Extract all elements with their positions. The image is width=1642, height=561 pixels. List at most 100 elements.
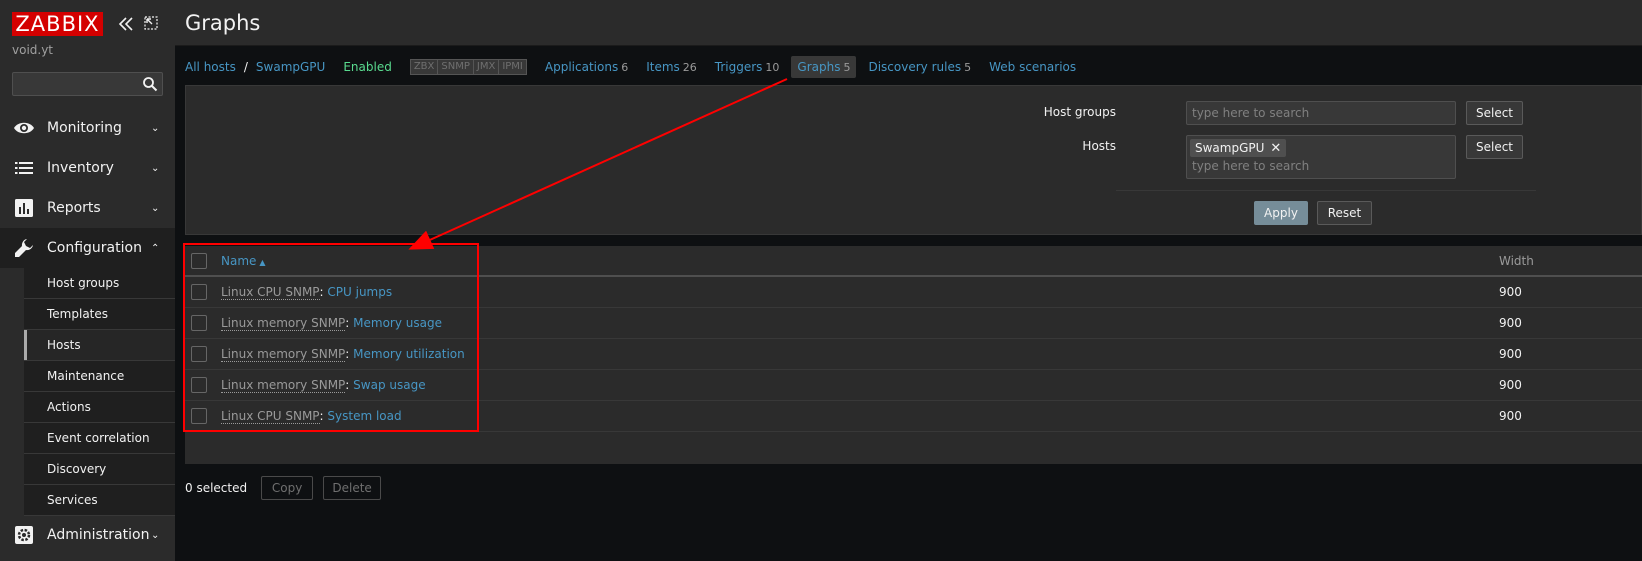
chevron-down-icon: ⌄ [151,162,160,174]
graph-width-cell: 900 [1499,316,1522,330]
collapse-sidebar-icon[interactable] [117,15,135,33]
eye-icon [14,122,34,134]
tab-applications[interactable]: Applications 6 [545,60,628,74]
host-chip: SwampGPU ✕ [1190,139,1287,157]
row-checkbox[interactable] [191,315,207,331]
reset-button[interactable]: Reset [1317,201,1372,225]
select-all-checkbox[interactable] [191,252,207,269]
graph-link[interactable]: Swap usage [353,378,425,392]
row-checkbox[interactable] [191,346,207,362]
filter-divider [1116,190,1536,191]
close-icon[interactable]: ✕ [1270,141,1281,156]
menu-configuration[interactable]: Configuration ⌃ [0,228,175,268]
name-separator: : [345,378,354,392]
kiosk-mode-icon[interactable] [142,15,160,33]
menu-reports[interactable]: Reports ⌄ [0,188,175,228]
graph-name-cell: Linux memory SNMP: Swap usage [221,378,1499,393]
menu-label: Inventory [47,160,114,176]
page-header: Graphs [175,0,1642,46]
host-status-enabled[interactable]: Enabled [343,60,392,74]
sidebar: ZABBIX void.yt Monitoring ⌄ Inventory ⌄ … [0,0,175,561]
menu-label: Configuration [47,240,142,256]
submenu-host-groups[interactable]: Host groups [24,268,175,299]
chevron-down-icon: ⌄ [151,202,160,214]
host-groups-multiselect [1186,101,1456,125]
menu-inventory[interactable]: Inventory ⌄ [0,148,175,188]
chevron-down-icon: ⌄ [151,122,160,134]
submenu-discovery[interactable]: Discovery [24,454,175,485]
availability-jmx: JMX [474,60,500,74]
table-header: Name ▲ Width [185,246,1642,277]
availability-indicators: ZBX SNMP JMX IPMI [409,59,527,75]
bar-chart-icon [15,199,33,217]
page-title: Graphs [185,11,261,35]
list-icon [15,162,33,174]
row-checkbox[interactable] [191,377,207,393]
sidebar-search-input[interactable] [13,73,133,95]
graph-width-cell: 900 [1499,378,1522,392]
filter-panel: Host groups Select Hosts SwampGPU ✕ Sele… [185,85,1642,235]
sort-asc-icon: ▲ [259,257,266,267]
submenu-templates[interactable]: Templates [24,299,175,330]
menu-label: Reports [47,200,101,216]
graph-name-cell: Linux CPU SNMP: CPU jumps [221,285,1499,300]
submenu-event-correlation[interactable]: Event correlation [24,423,175,454]
menu-monitoring[interactable]: Monitoring ⌄ [0,108,175,148]
copy-button[interactable]: Copy [261,476,314,500]
template-link[interactable]: Linux CPU SNMP [221,409,320,424]
submenu-maintenance[interactable]: Maintenance [24,361,175,392]
submenu-actions[interactable]: Actions [24,392,175,423]
host-groups-select-button[interactable]: Select [1466,101,1523,125]
template-link[interactable]: Linux CPU SNMP [221,285,320,300]
selected-count: 0 selected [185,481,248,495]
wrench-icon [15,239,33,257]
template-link[interactable]: Linux memory SNMP [221,316,346,331]
graph-link[interactable]: CPU jumps [327,285,392,299]
host-groups-label: Host groups [1043,105,1116,119]
menu-label: Administration [47,527,150,543]
template-link[interactable]: Linux memory SNMP [221,378,346,393]
hosts-select-button[interactable]: Select [1466,135,1523,159]
graph-link[interactable]: Memory utilization [353,347,465,361]
submenu-services[interactable]: Services [24,485,175,516]
graph-name-cell: Linux memory SNMP: Memory usage [221,316,1499,331]
graph-link[interactable]: Memory usage [353,316,442,330]
tab-graphs[interactable]: Graphs 5 [791,56,857,78]
row-checkbox[interactable] [191,408,207,424]
submenu-hosts[interactable]: Hosts [24,330,175,361]
menu-label: Monitoring [47,120,122,136]
tab-triggers[interactable]: Triggers 10 [715,60,780,74]
host-chip-label: SwampGPU [1195,141,1265,155]
search-icon[interactable] [142,76,158,92]
column-name[interactable]: Name ▲ [221,254,1499,268]
menu-administration[interactable]: Administration ⌄ [0,515,175,555]
availability-zbx: ZBX [411,60,439,74]
gear-icon [15,526,33,544]
table-row: Linux memory SNMP: Swap usage 900 [185,370,1642,401]
hosts-label: Hosts [1082,139,1116,153]
availability-ipmi: IPMI [502,61,523,72]
host-nav-bar: All hosts / SwampGPU Enabled ZBX SNMP JM… [185,56,1097,78]
hosts-multiselect: SwampGPU ✕ [1186,135,1456,179]
tab-web-scenarios[interactable]: Web scenarios [989,60,1079,74]
hosts-input[interactable] [1187,157,1427,175]
breadcrumb-all-hosts[interactable]: All hosts [185,60,236,74]
breadcrumb-host[interactable]: SwampGPU [256,60,325,74]
graph-link[interactable]: System load [327,409,401,423]
name-separator: : [345,347,354,361]
zabbix-logo[interactable]: ZABBIX [12,12,103,36]
row-checkbox[interactable] [191,284,207,300]
template-link[interactable]: Linux memory SNMP [221,347,346,362]
server-name: void.yt [12,43,54,57]
delete-button[interactable]: Delete [323,476,382,500]
graph-width-cell: 900 [1499,285,1522,299]
graph-name-cell: Linux memory SNMP: Memory utilization [221,347,1499,362]
tab-items[interactable]: Items 26 [646,60,697,74]
tab-discovery-rules[interactable]: Discovery rules 5 [868,60,971,74]
chevron-up-icon: ⌃ [151,242,160,254]
table-footer: 0 selected Copy Delete [185,476,382,500]
breadcrumb-separator: / [243,60,248,74]
table-row: Linux CPU SNMP: CPU jumps 900 [185,277,1642,308]
host-groups-input[interactable] [1187,102,1427,124]
apply-button[interactable]: Apply [1254,201,1308,225]
